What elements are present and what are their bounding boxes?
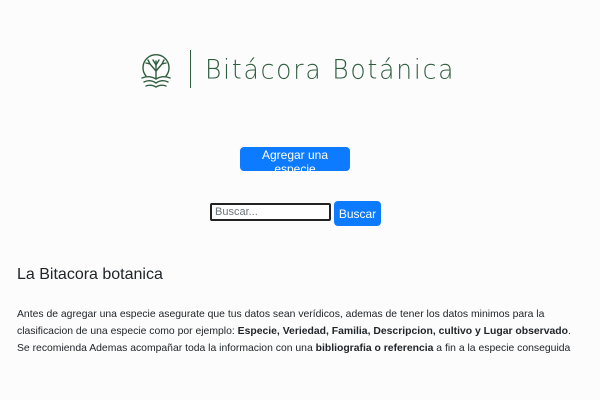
add-species-button[interactable]: Agregar una especie xyxy=(240,147,350,176)
page: Bitácora Botánica Agregar una especie Bu… xyxy=(0,0,600,400)
info-bibliography: bibliografia o referencia xyxy=(315,343,434,354)
plant-book-icon xyxy=(141,53,171,88)
brand-name: Bitácora Botánica xyxy=(205,53,456,85)
search-input[interactable] xyxy=(210,203,331,221)
brand-logo: Bitácora Botánica xyxy=(138,47,455,91)
info-text-3: a fin a la especie conseguida xyxy=(433,343,571,354)
logo-divider xyxy=(190,50,191,88)
info-required-fields: Especie, Veriedad, Familia, Descripcion,… xyxy=(237,326,568,337)
section-title: La Bitacora botanica xyxy=(17,266,163,283)
search-button[interactable]: Buscar xyxy=(334,201,381,226)
info-paragraph: Antes de agregar una especie asegurate q… xyxy=(17,306,583,357)
